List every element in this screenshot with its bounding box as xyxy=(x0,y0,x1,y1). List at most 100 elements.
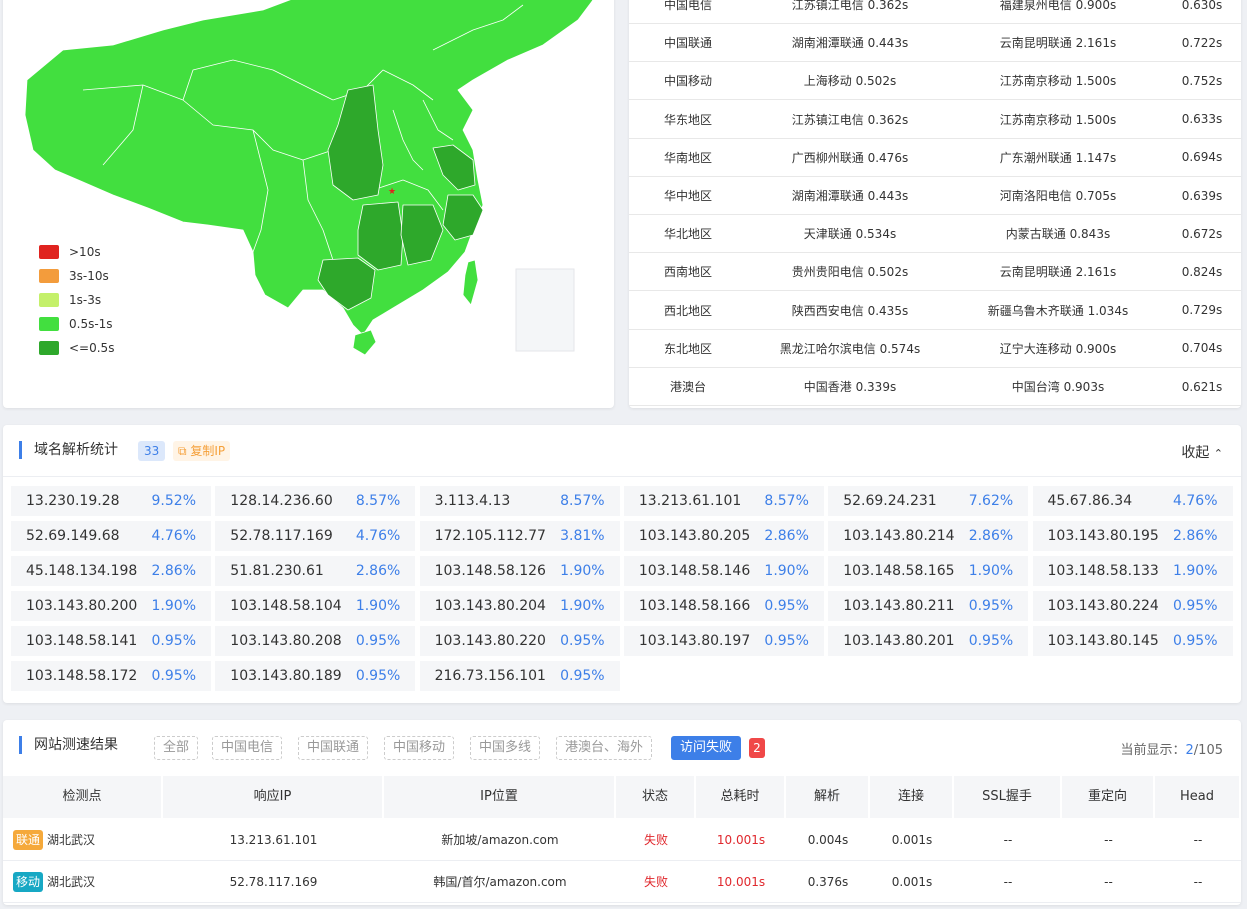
cell-ip: 52.78.117.169 xyxy=(163,861,384,903)
map-region-taiwan xyxy=(462,259,479,306)
cell-head: -- xyxy=(1155,861,1241,903)
dns-ip: 52.69.149.68 xyxy=(26,528,120,544)
dns-ip-item[interactable]: 103.143.80.204 1.90% xyxy=(419,591,620,621)
column-header: 状态 xyxy=(616,776,696,818)
dns-ip-item[interactable]: 103.148.58.166 0.95% xyxy=(623,591,824,621)
dns-ip-percent: 0.95% xyxy=(355,633,401,649)
current-display: 当前显示：2/105 xyxy=(1121,739,1224,758)
column-header: Head xyxy=(1155,776,1241,818)
legend-item[interactable]: <=0.5s xyxy=(39,336,114,360)
column-header: 连接 xyxy=(870,776,954,818)
region-average: 0.824s xyxy=(1181,264,1223,279)
region-speed-table: 中国电信 江苏镇江电信 0.362s 福建泉州电信 0.900s 0.630s 中国联通… xyxy=(629,0,1241,408)
cell-ip: 13.213.61.101 xyxy=(163,819,384,861)
dns-ip-item[interactable]: 103.148.58.165 1.90% xyxy=(828,556,1029,586)
dns-ip-percent: 0.95% xyxy=(968,633,1014,649)
region-row: 华中地区 湖南湘潭联通 0.443s 河南洛阳电信 0.705s 0.639s xyxy=(629,177,1241,215)
dns-ip-item[interactable]: 103.143.80.145 0.95% xyxy=(1032,626,1233,656)
fail-count-badge: 2 xyxy=(749,738,765,758)
region-row: 中国电信 江苏镇江电信 0.362s 福建泉州电信 0.900s 0.630s xyxy=(629,0,1241,24)
dns-ip: 103.143.80.201 xyxy=(843,633,955,649)
region-name: 华南地区 xyxy=(663,150,712,165)
region-fastest: 天津联通 0.534s xyxy=(803,227,897,242)
dns-ip-item[interactable]: 52.69.24.231 7.62% xyxy=(828,486,1029,516)
legend-label: 0.5s-1s xyxy=(69,317,113,331)
region-row: 东北地区 黑龙江哈尔滨电信 0.574s 辽宁大连移动 0.900s 0.704s xyxy=(629,330,1241,368)
region-name: 西北地区 xyxy=(663,303,712,318)
dns-ip-item[interactable]: 103.143.80.201 0.95% xyxy=(828,626,1029,656)
region-slowest: 福建泉州电信 0.900s xyxy=(999,0,1117,12)
dns-ip-item[interactable]: 13.213.61.101 8.57% xyxy=(623,486,824,516)
dns-ip-item[interactable]: 103.143.80.214 2.86% xyxy=(828,521,1029,551)
dns-ip-item[interactable]: 103.148.58.133 1.90% xyxy=(1032,556,1233,586)
dns-ip-item[interactable]: 128.14.236.60 8.57% xyxy=(215,486,416,516)
dns-ip-item[interactable]: 45.148.134.198 2.86% xyxy=(11,556,211,586)
dns-ip-item[interactable]: 103.143.80.197 0.95% xyxy=(623,626,824,656)
dns-ip: 13.230.19.28 xyxy=(26,493,120,509)
dns-ip: 103.143.80.200 xyxy=(26,598,138,614)
dns-ip-item[interactable]: 103.148.58.146 1.90% xyxy=(623,556,824,586)
filter-4[interactable]: 中国多线 xyxy=(470,736,541,760)
copy-ip-button[interactable]: ⧉ 复制IP xyxy=(173,441,231,461)
filter-2[interactable]: 中国联通 xyxy=(298,736,369,760)
dns-ip-item[interactable]: 103.148.58.172 0.95% xyxy=(11,661,211,691)
dns-stats-card: 域名解析统计 33 ⧉ 复制IP 收起 ⌃ 13.230.19.28 9.52% 1… xyxy=(3,425,1241,703)
cell-head: -- xyxy=(1155,819,1241,861)
column-header: 解析 xyxy=(786,776,870,818)
dns-ip-item[interactable]: 51.81.230.61 2.86% xyxy=(215,556,416,586)
legend-item[interactable]: 3s-10s xyxy=(39,264,114,288)
region-name: 华北地区 xyxy=(663,227,712,242)
cell-ssl: -- xyxy=(954,819,1062,861)
legend-swatch xyxy=(39,293,59,307)
dns-ip-percent: 4.76% xyxy=(151,528,196,544)
region-slowest: 中国台湾 0.903s xyxy=(1011,380,1105,394)
collapse-button[interactable]: 收起 ⌃ xyxy=(1181,442,1223,462)
filter-6[interactable]: 访问失败 xyxy=(671,736,742,760)
column-header: SSL握手 xyxy=(954,776,1062,818)
region-name: 中国移动 xyxy=(663,74,712,89)
region-name: 华中地区 xyxy=(663,189,712,203)
cell-dns: 0.004s xyxy=(786,819,870,861)
column-header: 响应IP xyxy=(163,776,384,818)
dns-ip-percent: 0.95% xyxy=(151,633,196,649)
legend-swatch xyxy=(39,341,59,355)
filter-1[interactable]: 中国电信 xyxy=(212,736,283,760)
dns-ip-item[interactable]: 52.78.117.169 4.76% xyxy=(215,521,416,551)
dns-ip-item[interactable]: 103.143.80.220 0.95% xyxy=(419,626,620,656)
dns-ip: 103.148.58.126 xyxy=(434,563,546,579)
dns-ip-percent: 0.95% xyxy=(1173,598,1218,614)
dns-ip-item[interactable]: 103.143.80.224 0.95% xyxy=(1032,591,1233,621)
dns-ip-item[interactable]: 103.148.58.104 1.90% xyxy=(215,591,416,621)
dns-ip: 103.143.80.224 xyxy=(1047,598,1159,614)
region-fastest: 广西柳州联通 0.476s xyxy=(791,150,909,165)
legend-label: 1s-3s xyxy=(69,293,102,307)
legend-item[interactable]: 1s-3s xyxy=(39,288,114,312)
legend-item[interactable]: >10s xyxy=(39,240,114,264)
dns-ip-percent: 8.57% xyxy=(560,493,605,509)
dns-ip-item[interactable]: 172.105.112.77 3.81% xyxy=(419,521,620,551)
filter-5[interactable]: 港澳台、海外 xyxy=(556,736,653,760)
dns-ip-item[interactable]: 103.148.58.141 0.95% xyxy=(11,626,211,656)
dns-ip-item[interactable]: 103.143.80.205 2.86% xyxy=(623,521,824,551)
cell-value: -- xyxy=(1104,875,1113,889)
copy-ip-label: 复制IP xyxy=(190,444,226,458)
dns-ip-item[interactable]: 13.230.19.28 9.52% xyxy=(11,486,211,516)
filter-0[interactable]: 全部 xyxy=(154,736,199,760)
dns-ip: 103.148.58.146 xyxy=(638,563,751,579)
dns-ip-item[interactable]: 103.143.80.208 0.95% xyxy=(215,626,416,656)
dns-ip-item[interactable]: 103.143.80.211 0.95% xyxy=(828,591,1029,621)
filter-3[interactable]: 中国移动 xyxy=(384,736,455,760)
dns-ip-item[interactable]: 52.69.149.68 4.76% xyxy=(11,521,211,551)
cell-value: 失败 xyxy=(643,875,668,889)
dns-ip-item[interactable]: 103.143.80.200 1.90% xyxy=(11,591,211,621)
dns-ip-item[interactable]: 216.73.156.101 0.95% xyxy=(419,661,620,691)
south-china-sea-inset xyxy=(515,268,575,352)
region-row: 西北地区 陕西西安电信 0.435s 新疆乌鲁木齐联通 1.034s 0.729s xyxy=(629,292,1241,330)
dns-ip-item[interactable]: 103.143.80.195 2.86% xyxy=(1032,521,1233,551)
dns-ip-item[interactable]: 103.148.58.126 1.90% xyxy=(419,556,620,586)
cell-location: 移动 湖北武汉 xyxy=(3,861,163,903)
legend-item[interactable]: 0.5s-1s xyxy=(39,312,114,336)
dns-ip-item[interactable]: 45.67.86.34 4.76% xyxy=(1032,486,1233,516)
dns-ip-item[interactable]: 103.143.80.189 0.95% xyxy=(215,661,416,691)
dns-ip-item[interactable]: 3.113.4.13 8.57% xyxy=(419,486,620,516)
